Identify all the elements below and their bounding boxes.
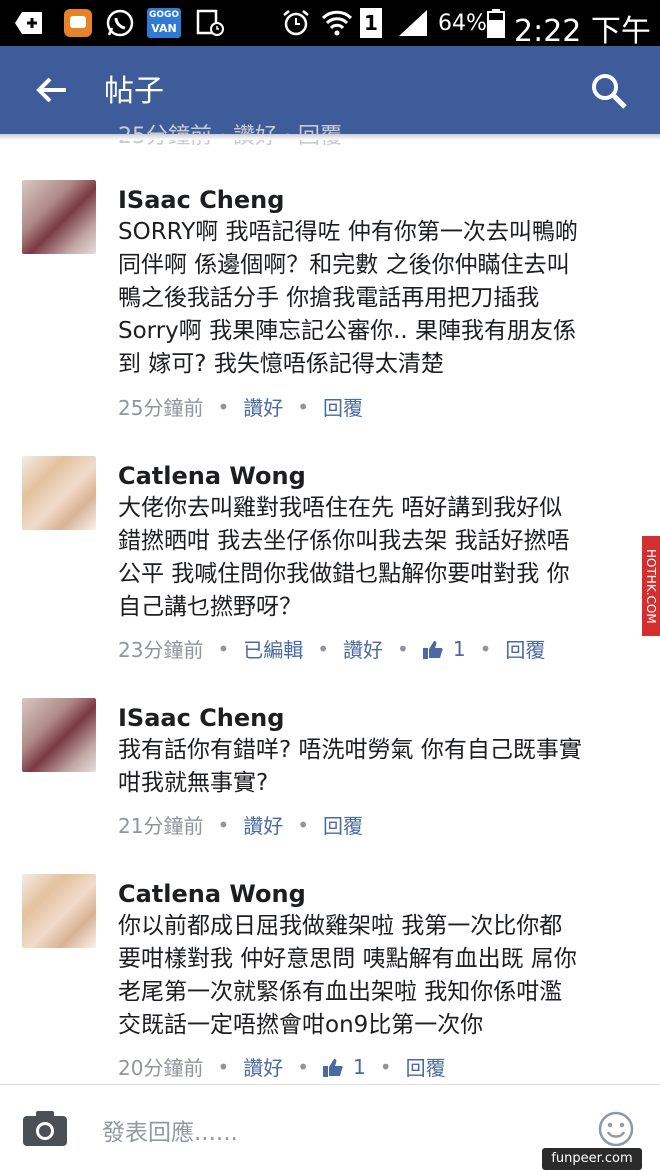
bottom-watermark: funpeer.com [542, 1148, 642, 1170]
gogovan-top-label: GOGO [148, 10, 180, 20]
like-button[interactable]: 讚好 [243, 1052, 283, 1081]
comment-line: 要咁樣對我 仲好意思問 咦點解有血出既 屌你 [118, 946, 577, 972]
comment-line: 自己講乜撚野呀？ [118, 594, 302, 620]
comment-line: 鴨之後我話分手 你搶我電話再用把刀插我 [118, 285, 540, 311]
back-arrow-icon[interactable] [32, 70, 72, 110]
battery-percent: 64% [438, 11, 487, 36]
comment-meta: 20分鐘前 • 讚好 • 1 • 回覆 [118, 1052, 446, 1081]
comment-time: 25分鐘前 [118, 396, 204, 420]
separator-dot: • [397, 636, 409, 661]
separator-dot: • [297, 394, 310, 419]
comment-author[interactable]: Catlena Wong [118, 462, 306, 490]
comment-meta: 21分鐘前 • 讚好 • 回覆 [118, 810, 363, 839]
battery-icon [486, 7, 506, 39]
search-icon[interactable] [590, 72, 628, 110]
separator-dot: • [217, 812, 230, 837]
comment-line: Sorry啊 我果陣忘記公審你.. 果陣我有朋友係 [118, 318, 577, 344]
reply-button[interactable]: 回覆 [323, 810, 363, 839]
side-watermark: HOTHK.COM [642, 536, 660, 636]
avatar[interactable] [22, 180, 96, 254]
comment-line: 我有話你有錯咩? 唔洗咁勞氣 你有自己既事實 [118, 737, 582, 763]
message-app-icon [62, 7, 94, 39]
comment-meta: 25分鐘前 • 讚好 • 回覆 [118, 392, 363, 421]
sim-icon: 1 [358, 7, 384, 39]
comment-author[interactable]: ISaac Cheng [118, 704, 284, 732]
thumbs-up-icon [422, 640, 443, 659]
calendar-clock-icon [194, 7, 226, 39]
comment-line: 錯撚晒咁 我去坐仔係你叫我去架 我話好撚唔 [118, 528, 570, 554]
comment-body: 你以前都成日屈我做雞架啦 我第一次比你都 要咁樣對我 仲好意思問 咦點解有血出既… [118, 910, 618, 1042]
comment-line: 你以前都成日屈我做雞架啦 我第一次比你都 [118, 913, 563, 939]
add-notification-icon [12, 7, 46, 39]
comment-line: SORRY啊 我唔記得咗 仲有你第一次去叫鴨啲 [118, 219, 578, 245]
whatsapp-icon [104, 7, 136, 39]
separator-dot: • [217, 1054, 230, 1079]
comment-line: 公平 我喊住問你我做錯乜點解你要咁對我 你 [118, 561, 570, 587]
comment-body: SORRY啊 我唔記得咗 仲有你第一次去叫鴨啲 同伴啊 係邊個啊？和完數 之後你… [118, 216, 618, 381]
comment-body: 我有話你有錯咩? 唔洗咁勞氣 你有自己既事實 咁我就無事實? [118, 734, 618, 800]
sim-number: 1 [360, 8, 382, 38]
reply-button[interactable]: 回覆 [505, 634, 545, 663]
avatar[interactable] [22, 698, 96, 772]
signal-icon [396, 7, 430, 39]
camera-icon[interactable] [22, 1109, 68, 1147]
comment-time: 21分鐘前 [118, 814, 204, 838]
avatar[interactable] [22, 874, 96, 948]
like-count: 1 [353, 1054, 366, 1079]
comment-author[interactable]: ISaac Cheng [118, 186, 284, 214]
comment-author[interactable]: Catlena Wong [118, 880, 306, 908]
comment-time: 20分鐘前 [118, 1056, 204, 1080]
reply-button[interactable]: 回覆 [406, 1052, 446, 1081]
separator-dot: • [297, 1054, 310, 1079]
comment-line: 大佬你去叫雞對我唔住在先 唔好講到我好似 [118, 495, 563, 521]
gogovan-bottom-label: VAN [151, 22, 177, 35]
comment-time: 23分鐘前 [118, 638, 204, 662]
comment-line: 同伴啊 係邊個啊？和完數 之後你仲瞞住去叫 [118, 252, 570, 278]
app-bar-shadow [0, 134, 660, 140]
wifi-icon [320, 7, 354, 39]
thumbs-up-icon [323, 1058, 343, 1077]
sticker-smiley-icon[interactable] [598, 1111, 634, 1147]
separator-dot: • [217, 636, 230, 661]
edited-label[interactable]: 已編輯 [243, 634, 303, 663]
comment-input[interactable]: 發表回應...... [102, 1113, 238, 1147]
comment-line: 交既話一定唔撚會咁on9比第一次你 [118, 1012, 484, 1038]
like-count: 1 [452, 636, 466, 661]
comment-line: 咁我就無事實? [118, 770, 269, 796]
separator-dot: • [297, 812, 310, 837]
like-button[interactable]: 讚好 [343, 634, 383, 663]
like-button[interactable]: 讚好 [243, 392, 283, 421]
reply-button[interactable]: 回覆 [323, 392, 363, 421]
separator-dot: • [317, 636, 330, 661]
comment-meta: 23分鐘前 • 已編輯 • 讚好 • 1 • 回覆 [118, 634, 545, 663]
clock: 2:22 下午 [514, 14, 651, 49]
avatar[interactable] [22, 456, 96, 530]
comment-line: 老尾第一次就緊係有血出架啦 我知你係咁濫 [118, 979, 563, 1005]
like-button[interactable]: 讚好 [243, 810, 283, 839]
separator-dot: • [379, 1054, 392, 1079]
alarm-icon [280, 7, 312, 39]
status-bar: GOGO VAN 1 64% 2:22 下午 [0, 0, 660, 49]
gogovan-icon: GOGO VAN [146, 7, 182, 39]
page-title: 帖子 [104, 74, 164, 109]
separator-dot: • [217, 394, 230, 419]
separator-dot: • [479, 636, 492, 661]
comment-body: 大佬你去叫雞對我唔住在先 唔好講到我好似 錯撚晒咁 我去坐仔係你叫我去架 我話好… [118, 492, 618, 624]
comment-line: 到 嫁可? 我失憶唔係記得太清楚 [118, 351, 444, 377]
